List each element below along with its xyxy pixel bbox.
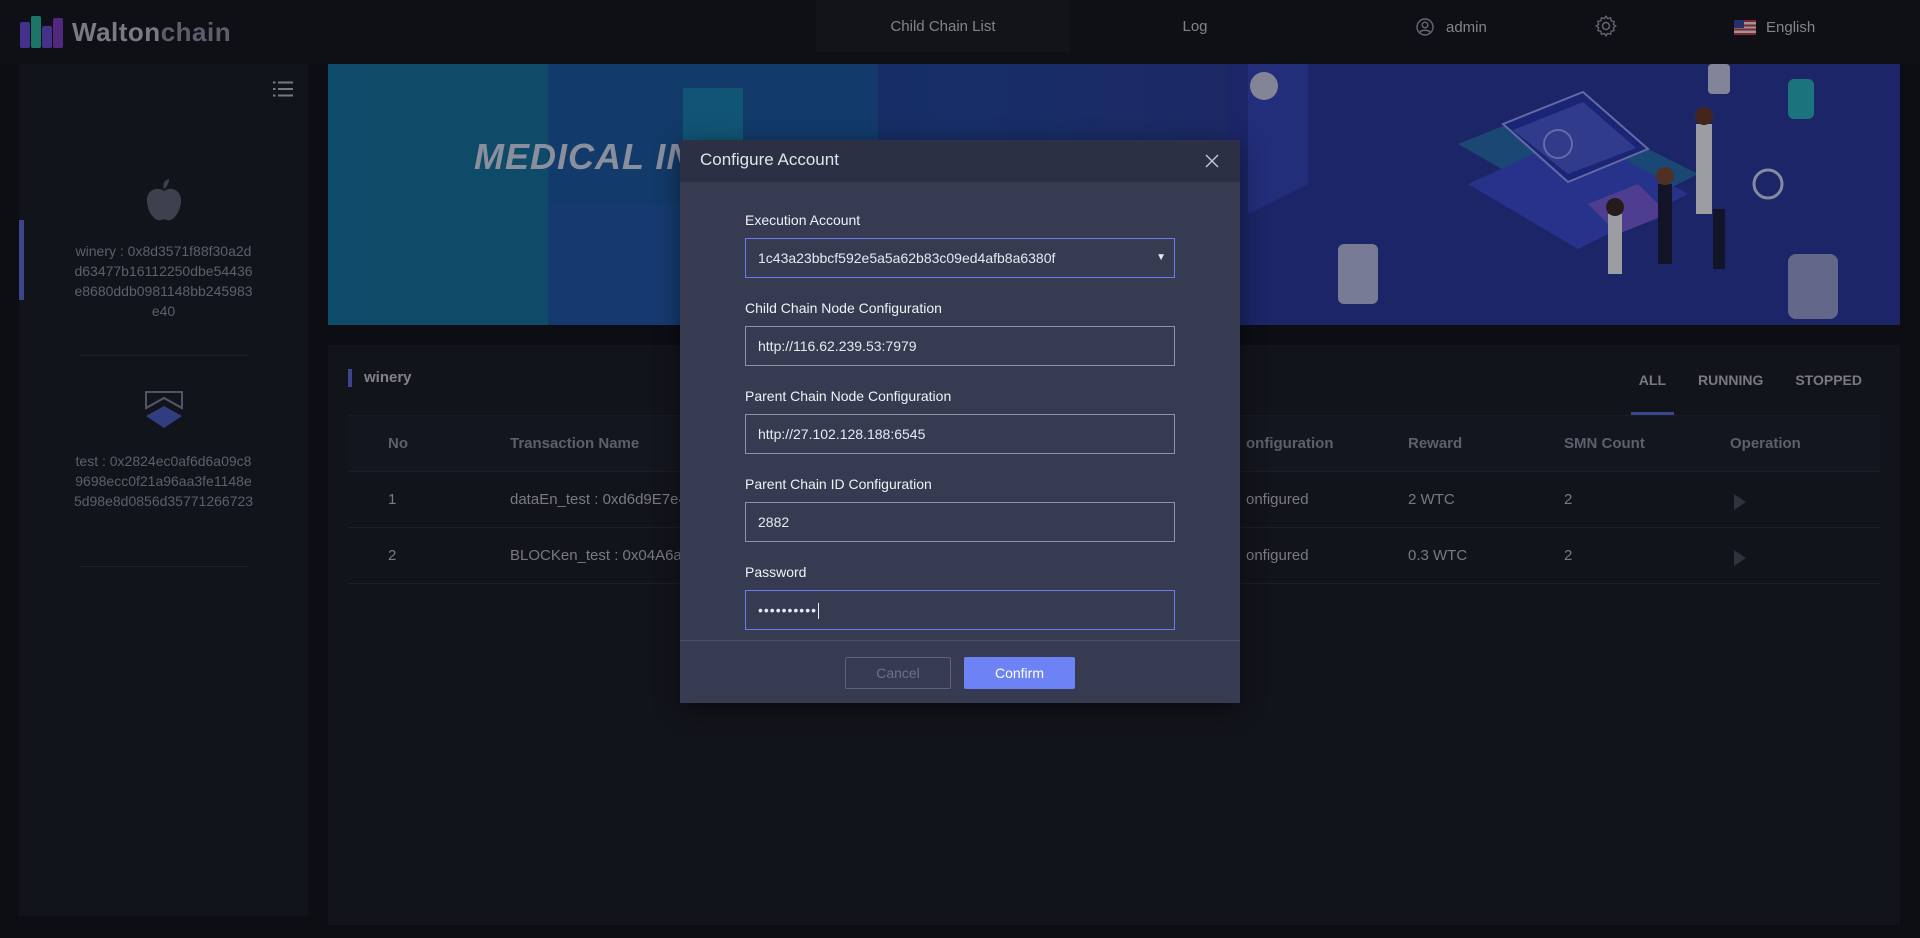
confirm-button[interactable]: Confirm [964,657,1075,689]
password-label: Password [745,564,807,580]
chevron-down-icon: ▼ [1156,252,1166,263]
parent-chain-id-input[interactable]: 2882 [745,502,1175,542]
child-chain-node-input[interactable]: http://116.62.239.53:7979 [745,326,1175,366]
close-icon[interactable] [1204,153,1220,169]
password-masked-value: •••••••••• [758,602,818,618]
dialog-footer-divider [680,640,1240,641]
parent-chain-id-label: Parent Chain ID Configuration [745,476,932,492]
cancel-button[interactable]: Cancel [845,657,951,689]
execution-account-select[interactable]: 1c43a23bbcf592e5a5a62b83c09ed4afb8a6380f… [745,238,1175,278]
execution-account-label: Execution Account [745,212,861,228]
dialog-header: Configure Account [680,140,1240,182]
child-chain-node-label: Child Chain Node Configuration [745,300,942,316]
dialog-title: Configure Account [700,150,839,169]
parent-chain-node-label: Parent Chain Node Configuration [745,388,952,404]
dialog-form: Execution Account 1c43a23bbcf592e5a5a62b… [745,210,1175,650]
execution-account-value: 1c43a23bbcf592e5a5a62b83c09ed4afb8a6380f [758,250,1056,266]
parent-chain-node-input[interactable]: http://27.102.128.188:6545 [745,414,1175,454]
configure-account-dialog: Configure Account Execution Account 1c43… [680,140,1240,703]
text-cursor [818,603,820,620]
password-input[interactable]: •••••••••• [745,590,1175,630]
